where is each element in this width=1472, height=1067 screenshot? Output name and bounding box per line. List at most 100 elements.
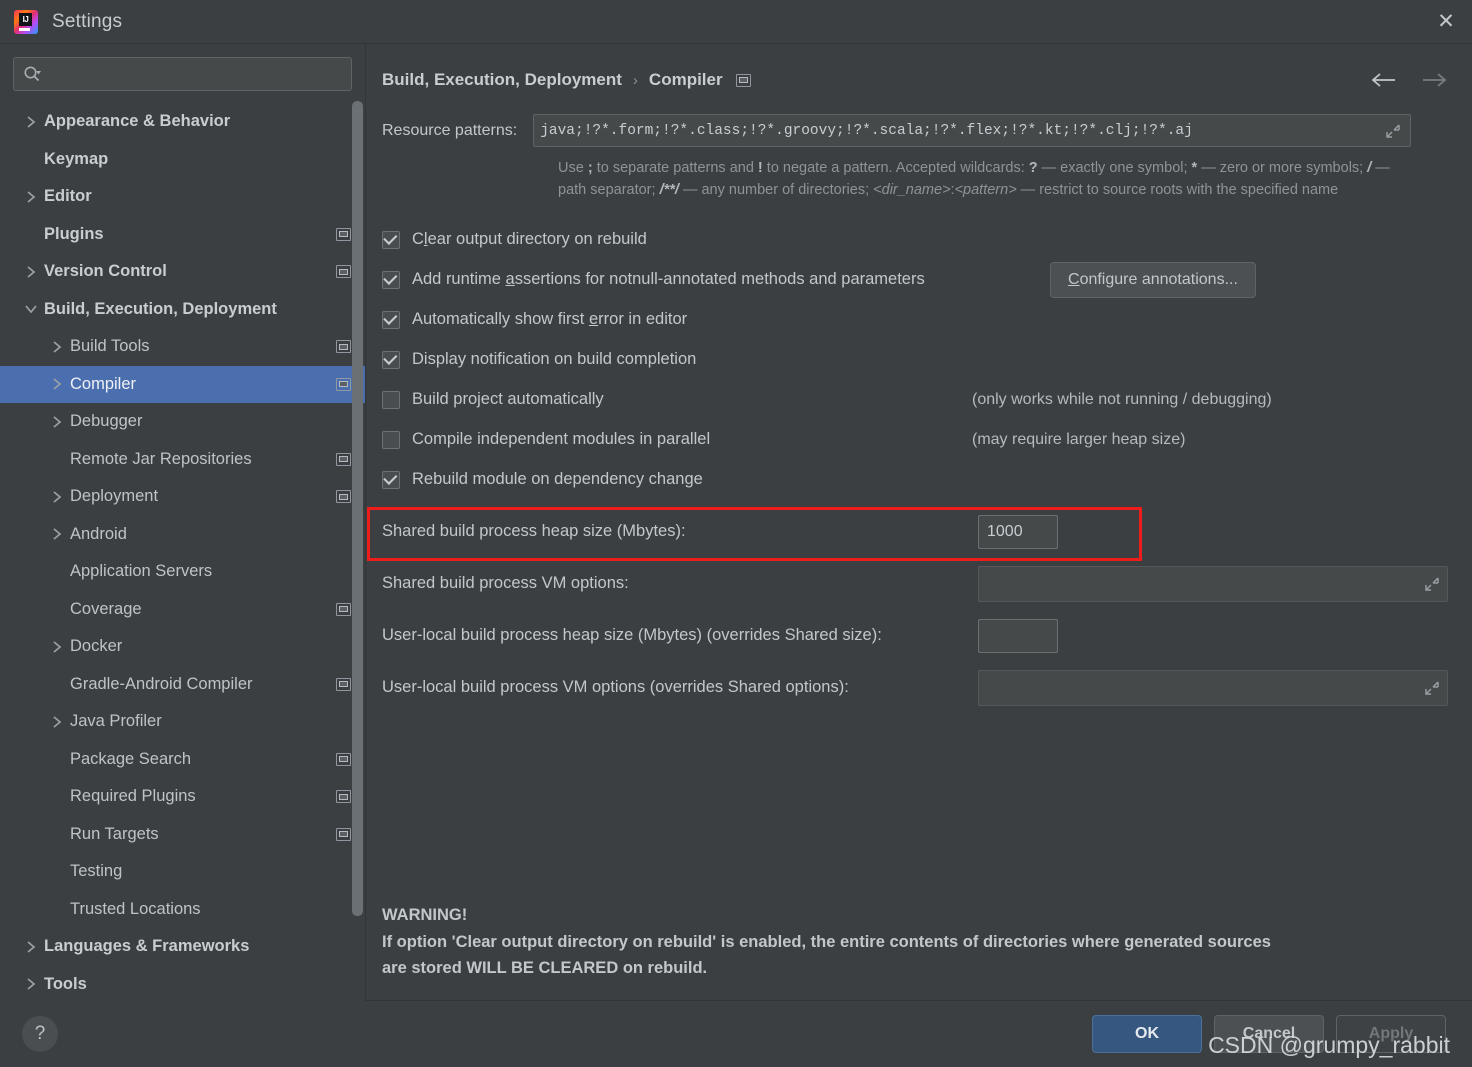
configure-annotations-button[interactable]: Configure annotations... — [1050, 261, 1256, 298]
sidebar-item-required-plugins[interactable]: Required Plugins — [0, 778, 365, 816]
chevron-down-icon[interactable] — [18, 304, 44, 314]
sidebar-item-version-control[interactable]: Version Control — [0, 253, 365, 291]
sidebar-item-coverage[interactable]: Coverage — [0, 591, 365, 629]
ok-button[interactable]: OK — [1092, 1015, 1202, 1053]
sidebar-item-editor[interactable]: Editor — [0, 178, 365, 216]
dialog-body: Appearance & Behavior Keymap Editor Plugins… — [0, 44, 1472, 1001]
checkbox-label[interactable]: Build project automatically — [412, 390, 604, 409]
sidebar-item-testing[interactable]: Testing — [0, 853, 365, 891]
chevron-right-icon[interactable] — [18, 265, 44, 279]
sidebar-scrollbar[interactable] — [352, 101, 363, 1001]
warning-line-1: If option 'Clear output directory on reb… — [382, 932, 1271, 951]
sidebar-item-label: Keymap — [44, 149, 109, 168]
project-scope-icon — [336, 340, 351, 354]
help-button[interactable]: ? — [22, 1016, 58, 1052]
chevron-right-icon[interactable] — [44, 527, 70, 541]
field-label: Shared build process VM options: — [382, 574, 629, 593]
sidebar-item-label: Appearance & Behavior — [44, 112, 231, 131]
chevron-right-icon[interactable] — [44, 715, 70, 729]
sidebar-item-label: Plugins — [44, 224, 104, 243]
checkbox-build-project-automatically[interactable] — [382, 390, 400, 409]
sidebar-item-package-search[interactable]: Package Search — [0, 741, 365, 779]
chevron-right-icon[interactable] — [44, 340, 70, 354]
sidebar-item-build-tools[interactable]: Build Tools — [0, 328, 365, 366]
expand-icon[interactable] — [1382, 124, 1404, 138]
resource-patterns-hint: Use ; to separate patterns and ! to nega… — [558, 160, 1390, 199]
sidebar-scrollbar-thumb[interactable] — [352, 101, 363, 916]
chevron-right-icon[interactable] — [44, 415, 70, 429]
sidebar-item-languages-frameworks[interactable]: Languages & Frameworks — [0, 928, 365, 966]
resource-patterns-field[interactable] — [533, 114, 1412, 147]
checkbox-label[interactable]: Automatically show first error in editor — [412, 310, 687, 329]
checkbox-add-runtime-assertions-for-notnull-annot[interactable] — [382, 270, 400, 289]
checkbox-label[interactable]: Compile independent modules in parallel — [412, 430, 710, 449]
dialog-footer: ? OK Cancel Apply CSDN @grumpy_rabbit — [0, 1001, 1472, 1067]
checkbox-clear-output-directory-on-rebuild[interactable] — [382, 230, 400, 249]
checkbox-note: (may require larger heap size) — [972, 430, 1186, 448]
sidebar-item-java-profiler[interactable]: Java Profiler — [0, 703, 365, 741]
sidebar-item-gradle-android-compiler[interactable]: Gradle-Android Compiler — [0, 666, 365, 704]
sidebar-item-trusted-locations[interactable]: Trusted Locations — [0, 891, 365, 929]
checkbox-compile-independent-modules-in-parallel[interactable] — [382, 430, 400, 449]
project-scope-icon — [336, 827, 351, 841]
search-container — [0, 44, 365, 101]
resource-patterns-row: Resource patterns: — [382, 114, 1448, 147]
sidebar-item-docker[interactable]: Docker — [0, 628, 365, 666]
field-input-wrap-user-local-build-process-vm-options-overrides[interactable] — [978, 669, 1448, 706]
sidebar-item-label: Testing — [70, 862, 123, 881]
sidebar-item-compiler[interactable]: Compiler — [0, 365, 365, 403]
checkbox-rebuild-module-on-dependency-change[interactable] — [382, 470, 400, 489]
field-input-user-local-build-process-heap-size-mbytes-ove[interactable] — [978, 618, 1058, 653]
cancel-button[interactable]: Cancel — [1214, 1015, 1324, 1053]
back-arrow-icon[interactable] — [1370, 71, 1398, 89]
sidebar-item-run-targets[interactable]: Run Targets — [0, 816, 365, 854]
chevron-right-icon[interactable] — [18, 940, 44, 954]
field-input-shared-build-process-heap-size-mbytes[interactable] — [978, 514, 1058, 549]
settings-main-pane: Build, Execution, Deployment › Compiler — [366, 44, 1472, 1001]
checkbox-label[interactable]: Display notification on build completion — [412, 350, 696, 369]
checkbox-automatically-show-first-error-in-editor[interactable] — [382, 310, 400, 329]
sidebar-item-build-execution-deployment[interactable]: Build, Execution, Deployment — [0, 291, 365, 329]
settings-content: Resource patterns: java;!?*.form;!?*.cla… — [366, 96, 1472, 1000]
sidebar-item-label: Compiler — [70, 374, 137, 393]
search-box[interactable] — [13, 57, 352, 91]
settings-sidebar: Appearance & Behavior Keymap Editor Plugins… — [0, 44, 366, 1001]
sidebar-item-remote-jar-repositories[interactable]: Remote Jar Repositories — [0, 441, 365, 479]
sidebar-item-application-servers[interactable]: Application Servers — [0, 553, 365, 591]
resource-patterns-input[interactable] — [540, 122, 1383, 139]
chevron-right-icon[interactable] — [18, 115, 44, 129]
sidebar-item-deployment[interactable]: Deployment — [0, 478, 365, 516]
checkbox-row-rebuild-module-on-dependency-change: Rebuild module on dependency change — [382, 460, 1448, 500]
field-label: User-local build process VM options (ove… — [382, 678, 849, 697]
expand-icon[interactable] — [1421, 681, 1443, 695]
sidebar-item-keymap[interactable]: Keymap — [0, 141, 365, 179]
search-input[interactable] — [47, 66, 342, 82]
checkbox-display-notification-on-build-completion[interactable] — [382, 350, 400, 369]
field-input-shared-build-process-vm-options[interactable] — [983, 575, 1421, 593]
checkbox-label[interactable]: Add runtime assertions for notnull-annot… — [412, 270, 925, 289]
nav-arrows — [1370, 71, 1448, 89]
field-input-user-local-build-process-vm-options-overrides[interactable] — [983, 679, 1421, 697]
forward-arrow-icon[interactable] — [1420, 71, 1448, 89]
project-scope-icon — [336, 377, 351, 391]
sidebar-item-debugger[interactable]: Debugger — [0, 403, 365, 441]
sidebar-item-tools[interactable]: Tools — [0, 966, 365, 1002]
apply-button[interactable]: Apply — [1336, 1015, 1446, 1053]
sidebar-item-label: Required Plugins — [70, 787, 196, 806]
chevron-right-icon[interactable] — [18, 190, 44, 204]
sidebar-item-plugins[interactable]: Plugins — [0, 216, 365, 254]
checkbox-label[interactable]: Rebuild module on dependency change — [412, 470, 703, 489]
sidebar-item-android[interactable]: Android — [0, 516, 365, 554]
expand-icon[interactable] — [1421, 577, 1443, 591]
chevron-right-icon[interactable] — [44, 490, 70, 504]
breadcrumb-parent[interactable]: Build, Execution, Deployment — [382, 70, 622, 90]
checkbox-label[interactable]: Clear output directory on rebuild — [412, 230, 647, 249]
field-input-wrap-shared-build-process-vm-options[interactable] — [978, 565, 1448, 602]
chevron-right-icon[interactable] — [44, 640, 70, 654]
chevron-right-icon[interactable] — [44, 377, 70, 391]
close-icon[interactable]: ✕ — [1420, 0, 1472, 43]
project-scope-icon — [336, 752, 351, 766]
chevron-right-icon[interactable] — [18, 977, 44, 991]
settings-tree[interactable]: Appearance & Behavior Keymap Editor Plugins… — [0, 101, 365, 1001]
sidebar-item-appearance-behavior[interactable]: Appearance & Behavior — [0, 103, 365, 141]
